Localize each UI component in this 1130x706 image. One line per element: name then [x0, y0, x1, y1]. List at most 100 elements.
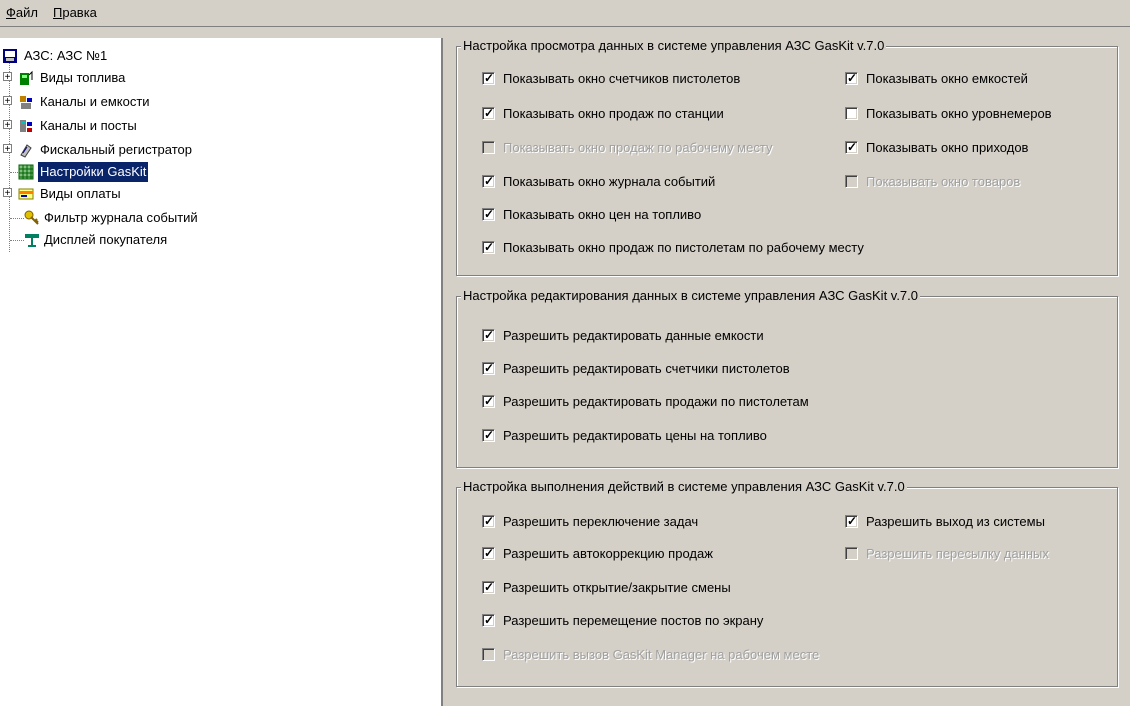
- checkbox-box[interactable]: [845, 547, 858, 560]
- tree-item-label: Фискальный регистратор: [40, 142, 192, 157]
- tank-channel-icon: [18, 94, 34, 110]
- checkbox-box[interactable]: ✓: [845, 71, 858, 85]
- check-mark-icon: ✓: [484, 240, 495, 254]
- checkbox-label: Разрешить вызов GasKit Manager на рабоче…: [503, 647, 820, 662]
- check-mark-icon: ✓: [484, 174, 495, 188]
- menu-edit-hotkey: П: [53, 5, 63, 20]
- view-settings-group: Настройка просмотра данных в системе упр…: [456, 38, 1118, 276]
- tree-item-gaskit-settings[interactable]: Настройки GasKit: [0, 161, 400, 183]
- checkbox-box[interactable]: ✓: [482, 361, 495, 375]
- menu-bar: Файл Правка: [0, 0, 1130, 27]
- checkbox-label: Разрешить выход из системы: [866, 514, 1045, 529]
- tree-root-label: АЗС: АЗС №1: [24, 48, 108, 63]
- tree-item-label: Дисплей покупателя: [44, 232, 168, 247]
- check-mark-icon: ✓: [484, 546, 495, 560]
- check-mark-icon: ✓: [484, 71, 495, 85]
- checkbox-label: Показывать окно счетчиков пистолетов: [503, 71, 741, 86]
- check-mark-icon: ✓: [847, 514, 858, 528]
- check-mark-icon: ✓: [484, 428, 495, 442]
- menu-file[interactable]: Файл: [6, 5, 38, 20]
- edit-settings-title: Настройка редактирования данных в систем…: [461, 288, 921, 303]
- check-mark-icon: ✓: [484, 394, 495, 408]
- fuel-pump-icon: [18, 70, 34, 86]
- tree-item-tank-channels[interactable]: + Каналы и емкости: [0, 92, 400, 112]
- checkbox-box[interactable]: ✓: [482, 580, 495, 594]
- tree-item-fuel-types[interactable]: + Виды топлива: [0, 68, 400, 88]
- tree-item-label: Виды топлива: [40, 70, 126, 85]
- expand-icon[interactable]: +: [3, 120, 12, 131]
- post-channel-icon: [18, 118, 34, 134]
- view-settings-title: Настройка просмотра данных в системе упр…: [461, 38, 887, 53]
- tree-item-label: Виды оплаты: [40, 186, 121, 201]
- checkbox-label: Показывать окно продаж по пистолетам по …: [503, 240, 864, 255]
- expand-icon[interactable]: +: [3, 96, 12, 107]
- checkbox-label: Показывать окно продаж по рабочему месту: [503, 140, 773, 155]
- expand-icon[interactable]: +: [3, 72, 12, 83]
- checkbox-box[interactable]: ✓: [482, 174, 495, 188]
- menu-file-hotkey: Ф: [6, 5, 16, 20]
- tree-connector: [10, 172, 18, 173]
- checkbox-label: Показывать окно приходов: [866, 140, 1029, 155]
- display-icon: [24, 232, 40, 248]
- checkbox-box[interactable]: ✓: [482, 613, 495, 627]
- tree-item-label: Каналы и емкости: [40, 94, 150, 109]
- checkbox-label: Разрешить открытие/закрытие смены: [503, 580, 731, 595]
- tree-item-event-log-filter[interactable]: Фильтр журнала событий: [0, 208, 400, 228]
- check-mark-icon: ✓: [484, 207, 495, 221]
- checkbox-box[interactable]: ✓: [482, 514, 495, 528]
- tree-item-customer-display[interactable]: Дисплей покупателя: [0, 230, 400, 250]
- checkbox-box[interactable]: ✓: [482, 394, 495, 408]
- checkbox-box[interactable]: ✓: [482, 240, 495, 254]
- checkbox-box[interactable]: ✓: [482, 71, 495, 85]
- fiscal-register-icon: [18, 142, 34, 158]
- checkbox-label: Разрешить автокоррекцию продаж: [503, 546, 713, 561]
- tree-connector: [10, 240, 24, 241]
- checkbox-label: Разрешить редактировать счетчики пистоле…: [503, 361, 790, 376]
- expand-icon[interactable]: +: [3, 144, 12, 155]
- checkbox-label: Показывать окно товаров: [866, 174, 1021, 189]
- checkbox-label: Разрешить редактировать продажи по писто…: [503, 394, 809, 409]
- tree-item-label: Настройки GasKit: [36, 161, 150, 183]
- checkbox-box[interactable]: ✓: [845, 140, 858, 154]
- checkbox-label: Показывать окно журнала событий: [503, 174, 716, 189]
- check-mark-icon: ✓: [484, 106, 495, 120]
- checkbox-box[interactable]: ✓: [845, 514, 858, 528]
- tree-item-label: Каналы и посты: [40, 118, 137, 133]
- checkbox-label: Показывать окно продаж по станции: [503, 106, 724, 121]
- checkbox-box[interactable]: ✓: [482, 328, 495, 342]
- tree-item-post-channels[interactable]: + Каналы и посты: [0, 116, 400, 136]
- check-mark-icon: ✓: [484, 613, 495, 627]
- checkbox-label: Показывать окно уровнемеров: [866, 106, 1052, 121]
- checkbox-box[interactable]: ✓: [482, 207, 495, 221]
- checkbox-box[interactable]: [845, 175, 858, 188]
- checkbox-box[interactable]: [482, 141, 495, 154]
- checkbox-box[interactable]: ✓: [482, 546, 495, 560]
- key-filter-icon: [24, 210, 40, 226]
- station-icon: [2, 48, 18, 64]
- checkbox-box[interactable]: [482, 648, 495, 661]
- tree-connector: [10, 218, 24, 219]
- check-mark-icon: ✓: [484, 361, 495, 375]
- checkbox-label: Разрешить редактировать данные емкости: [503, 328, 764, 343]
- menu-file-rest: айл: [15, 5, 38, 20]
- checkbox-label: Разрешить пересылку данных: [866, 546, 1049, 561]
- checkbox-box[interactable]: [845, 107, 858, 120]
- check-mark-icon: ✓: [847, 140, 858, 154]
- checkbox-label: Показывать окно цен на топливо: [503, 207, 702, 222]
- checkbox-box[interactable]: ✓: [482, 106, 495, 120]
- tree-item-payment-types[interactable]: + Виды оплаты: [0, 184, 400, 204]
- menu-edit[interactable]: Правка: [53, 5, 97, 20]
- checkbox-box[interactable]: ✓: [482, 428, 495, 442]
- tree-panel[interactable]: АЗС: АЗС №1 + Виды топлива + Каналы и ем…: [0, 38, 443, 706]
- checkbox-label: Разрешить редактировать цены на топливо: [503, 428, 767, 443]
- tree-item-fiscal-register[interactable]: + Фискальный регистратор: [0, 140, 400, 160]
- action-settings-group: Настройка выполнения действий в системе …: [456, 479, 1118, 687]
- expand-icon[interactable]: +: [3, 188, 12, 199]
- tree-item-label: Фильтр журнала событий: [44, 210, 198, 225]
- checkbox-label: Показывать окно емкостей: [866, 71, 1028, 86]
- edit-settings-group: Настройка редактирования данных в систем…: [456, 288, 1118, 468]
- checkbox-label: Разрешить перемещение постов по экрану: [503, 613, 764, 628]
- check-mark-icon: ✓: [847, 71, 858, 85]
- check-mark-icon: ✓: [484, 580, 495, 594]
- menu-edit-rest: равка: [62, 5, 97, 20]
